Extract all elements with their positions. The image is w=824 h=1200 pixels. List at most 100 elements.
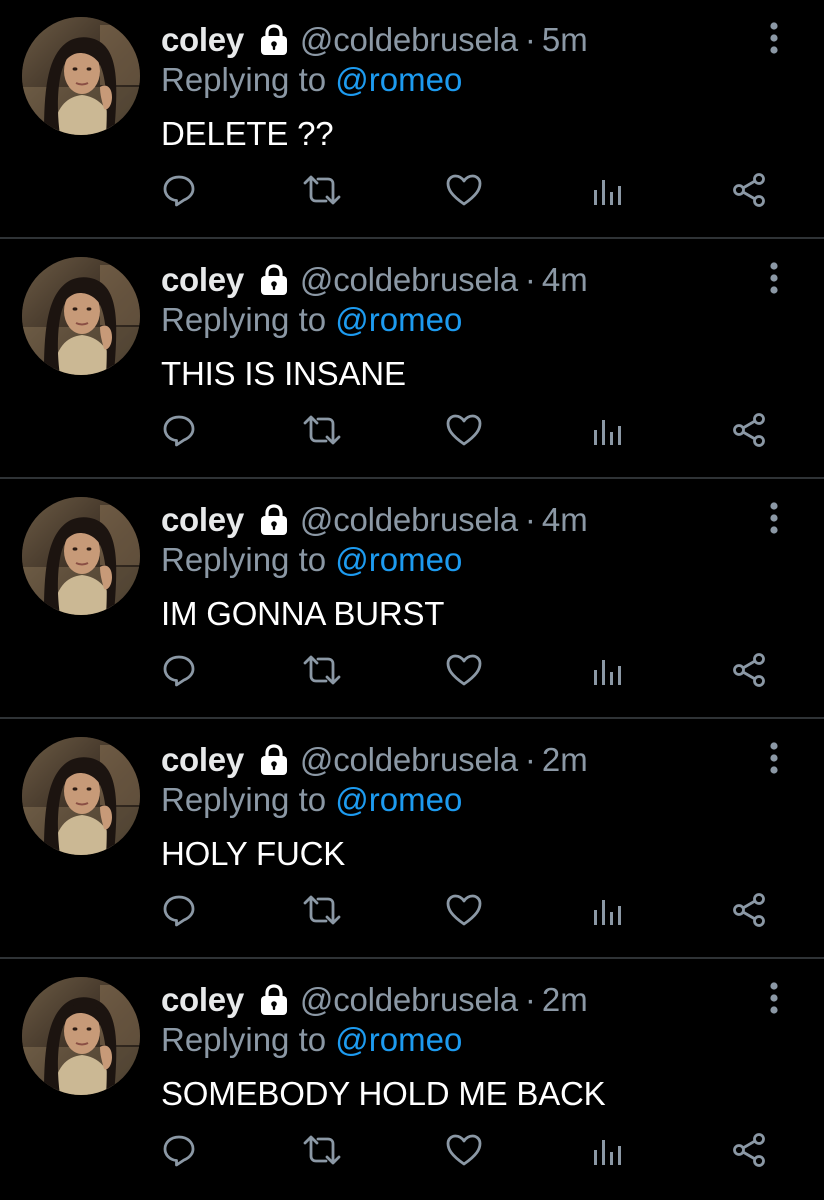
more-vertical-icon[interactable] <box>762 20 786 56</box>
share-button[interactable] <box>719 880 779 940</box>
reply-button[interactable] <box>149 160 209 220</box>
reply-button[interactable] <box>149 400 209 460</box>
heart-icon <box>445 652 483 688</box>
replying-to-line: Replying to @romeo <box>161 538 462 582</box>
reply-button[interactable] <box>149 880 209 940</box>
retweet-icon <box>302 1132 342 1168</box>
reply-button[interactable] <box>149 640 209 700</box>
username-handle[interactable]: @coldebrusela <box>300 498 518 542</box>
more-vertical-icon[interactable] <box>762 740 786 776</box>
avatar[interactable] <box>22 977 140 1095</box>
replying-to-line: Replying to @romeo <box>161 778 462 822</box>
share-button[interactable] <box>719 640 779 700</box>
reply-icon <box>161 892 197 928</box>
share-button[interactable] <box>719 400 779 460</box>
like-button[interactable] <box>434 640 494 700</box>
avatar[interactable] <box>22 497 140 615</box>
retweet-button[interactable] <box>292 400 352 460</box>
more-vertical-icon[interactable] <box>762 500 786 536</box>
separator-dot: · <box>524 741 536 778</box>
views-bar-chart-icon <box>591 1132 623 1168</box>
share-icon <box>731 1132 767 1168</box>
reply-icon <box>161 172 197 208</box>
like-button[interactable] <box>434 400 494 460</box>
tweet-header: coley @coldebrusela · 4m <box>161 498 588 542</box>
tweet[interactable]: coley @coldebrusela · 2m Replying to @ro… <box>0 960 824 1200</box>
replying-to-handle[interactable]: @romeo <box>335 301 462 338</box>
reply-icon <box>161 1132 197 1168</box>
separator-dot: · <box>524 261 536 298</box>
share-icon <box>731 892 767 928</box>
tweet-divider <box>0 477 824 479</box>
display-name[interactable]: coley <box>161 498 244 542</box>
avatar[interactable] <box>22 17 140 135</box>
tweet-text: IM GONNA BURST <box>161 595 445 632</box>
tweet-divider <box>0 717 824 719</box>
tweet-header: coley @coldebrusela · 5m <box>161 18 588 62</box>
share-button[interactable] <box>719 1120 779 1180</box>
username-handle[interactable]: @coldebrusela <box>300 978 518 1022</box>
share-icon <box>731 652 767 688</box>
tweet-text: DELETE ?? <box>161 115 334 152</box>
tweet[interactable]: coley @coldebrusela · 2m Replying to @ro… <box>0 720 824 960</box>
timestamp[interactable]: 2m <box>542 738 588 782</box>
more-vertical-icon[interactable] <box>762 980 786 1016</box>
username-handle[interactable]: @coldebrusela <box>300 258 518 302</box>
display-name[interactable]: coley <box>161 258 244 302</box>
username-handle[interactable]: @coldebrusela <box>300 18 518 62</box>
avatar[interactable] <box>22 257 140 375</box>
tweet[interactable]: coley @coldebrusela · 4m Replying to @ro… <box>0 240 824 480</box>
replying-to-handle[interactable]: @romeo <box>335 61 462 98</box>
display-name[interactable]: coley <box>161 978 244 1022</box>
tweet-text: THIS IS INSANE <box>161 355 406 392</box>
timestamp[interactable]: 5m <box>542 18 588 62</box>
replying-to-handle[interactable]: @romeo <box>335 1021 462 1058</box>
tweet-header: coley @coldebrusela · 4m <box>161 258 588 302</box>
reply-icon <box>161 652 197 688</box>
views-button[interactable] <box>577 880 637 940</box>
tweet[interactable]: coley @coldebrusela · 4m Replying to @ro… <box>0 480 824 720</box>
views-bar-chart-icon <box>591 412 623 448</box>
retweet-icon <box>302 172 342 208</box>
retweet-icon <box>302 652 342 688</box>
separator-dot: · <box>524 21 536 58</box>
views-button[interactable] <box>577 400 637 460</box>
retweet-icon <box>302 892 342 928</box>
replying-to-handle[interactable]: @romeo <box>335 781 462 818</box>
retweet-button[interactable] <box>292 1120 352 1180</box>
tweet-text: HOLY FUCK <box>161 835 346 872</box>
lock-icon <box>258 23 290 57</box>
timestamp[interactable]: 4m <box>542 258 588 302</box>
display-name[interactable]: coley <box>161 738 244 782</box>
tweet[interactable]: coley @coldebrusela · 5m Replying to @ro… <box>0 0 824 240</box>
tweet-divider <box>0 237 824 239</box>
tweet-divider <box>0 957 824 959</box>
views-button[interactable] <box>577 640 637 700</box>
timestamp[interactable]: 2m <box>542 978 588 1022</box>
replying-to-handle[interactable]: @romeo <box>335 541 462 578</box>
like-button[interactable] <box>434 880 494 940</box>
heart-icon <box>445 1132 483 1168</box>
retweet-button[interactable] <box>292 880 352 940</box>
username-handle[interactable]: @coldebrusela <box>300 738 518 782</box>
lock-icon <box>258 743 290 777</box>
reply-button[interactable] <box>149 1120 209 1180</box>
replying-to-label: Replying to <box>161 301 327 338</box>
share-icon <box>731 412 767 448</box>
like-button[interactable] <box>434 160 494 220</box>
like-button[interactable] <box>434 1120 494 1180</box>
share-button[interactable] <box>719 160 779 220</box>
replying-to-line: Replying to @romeo <box>161 1018 462 1062</box>
avatar[interactable] <box>22 737 140 855</box>
separator-dot: · <box>524 501 536 538</box>
display-name[interactable]: coley <box>161 18 244 62</box>
views-button[interactable] <box>577 160 637 220</box>
timestamp[interactable]: 4m <box>542 498 588 542</box>
views-button[interactable] <box>577 1120 637 1180</box>
replying-to-label: Replying to <box>161 61 327 98</box>
views-bar-chart-icon <box>591 892 623 928</box>
more-vertical-icon[interactable] <box>762 260 786 296</box>
lock-icon <box>258 983 290 1017</box>
retweet-button[interactable] <box>292 640 352 700</box>
retweet-button[interactable] <box>292 160 352 220</box>
